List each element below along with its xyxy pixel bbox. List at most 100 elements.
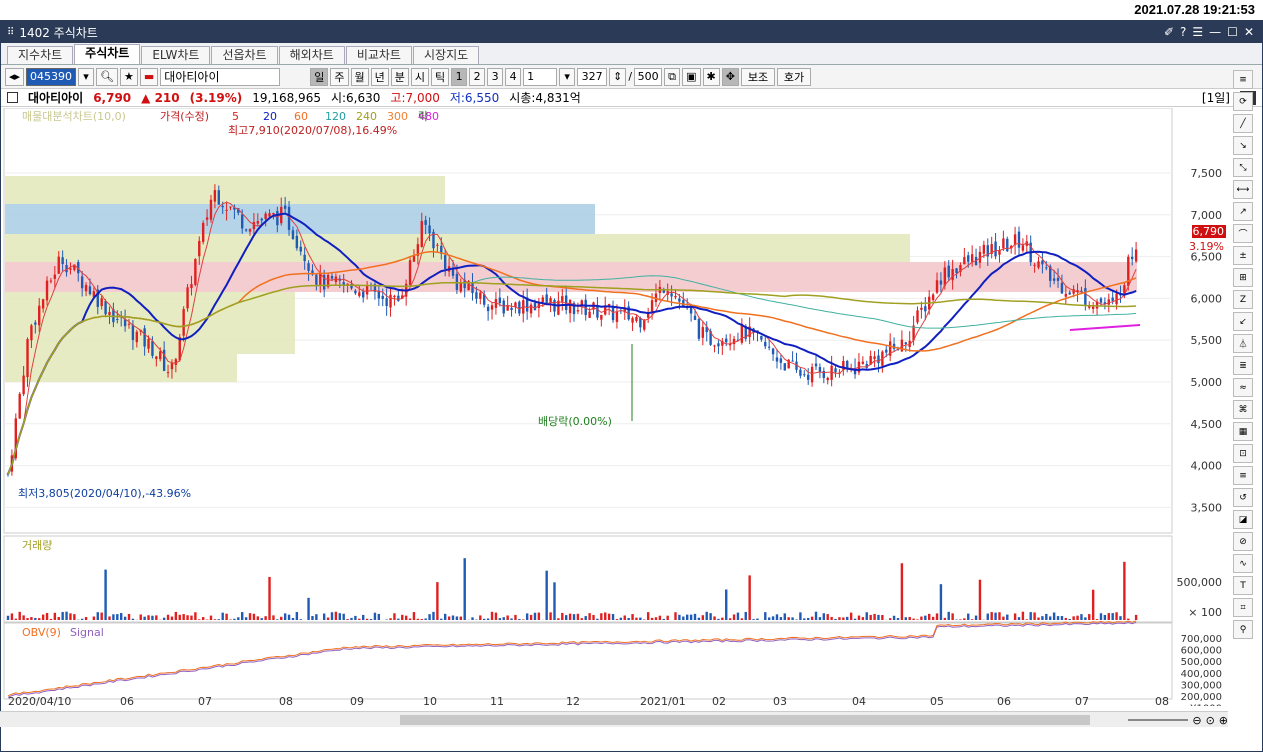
tab-index-chart[interactable]: 지수차트 bbox=[7, 46, 74, 64]
flag-icon[interactable]: ▬ bbox=[139, 67, 159, 86]
count-input[interactable]: 327 bbox=[577, 67, 608, 86]
scroll-thumb[interactable] bbox=[400, 715, 1090, 725]
save-icon[interactable]: ▣ bbox=[682, 67, 701, 86]
volume-bar bbox=[1064, 617, 1068, 620]
zoom-in-icon[interactable]: ⊕ bbox=[1219, 714, 1228, 727]
period-value-select[interactable]: 1 bbox=[523, 67, 558, 86]
volume-bar bbox=[1002, 616, 1005, 620]
add-window-icon[interactable]: ⧉ bbox=[664, 67, 681, 86]
move-icon[interactable]: ✥ bbox=[721, 67, 739, 86]
tab-market-map[interactable]: 시장지도 bbox=[412, 46, 480, 64]
stock-name-field[interactable]: 대아티아이 bbox=[160, 67, 281, 86]
checkbox[interactable] bbox=[7, 92, 18, 103]
draw-tool-icon-0[interactable]: ≡ bbox=[1233, 70, 1253, 89]
draw-tool-icon-8[interactable]: ± bbox=[1233, 246, 1253, 265]
tab-overseas-chart[interactable]: 해외차트 bbox=[278, 46, 345, 64]
spin-icon[interactable]: ⇕ bbox=[609, 67, 627, 86]
draw-tool-icon-7[interactable]: ⌒ bbox=[1233, 224, 1253, 243]
draw-tool-icon-5[interactable]: ⟷ bbox=[1233, 180, 1253, 199]
volume-bar bbox=[775, 614, 779, 620]
menu-icon[interactable]: ☰ bbox=[1192, 25, 1203, 39]
nav-arrows-icon[interactable]: ◂▸ bbox=[5, 67, 25, 86]
volume-bar bbox=[18, 611, 21, 620]
period-tick-button[interactable]: 틱 bbox=[431, 67, 450, 86]
stock-code-input[interactable]: 045390 bbox=[26, 67, 77, 86]
draw-tool-icon-25[interactable]: ⚲ bbox=[1233, 620, 1253, 639]
maximize-icon[interactable]: ☐ bbox=[1227, 25, 1238, 39]
pin-icon[interactable]: ✐ bbox=[1164, 25, 1174, 39]
close-icon[interactable]: ✕ bbox=[1244, 25, 1254, 39]
draw-tool-icon-13[interactable]: ≣ bbox=[1233, 356, 1253, 375]
x-axis-label: 05 bbox=[930, 695, 944, 706]
candle-body bbox=[80, 276, 84, 289]
draw-tool-icon-9[interactable]: ⊞ bbox=[1233, 268, 1253, 287]
volume-bar bbox=[666, 615, 669, 620]
settings-icon[interactable]: ✱ bbox=[702, 67, 720, 86]
draw-tool-icon-23[interactable]: T bbox=[1233, 576, 1253, 595]
draw-tool-icon-6[interactable]: ↗ bbox=[1233, 202, 1253, 221]
draw-tool-icon-18[interactable]: ≡ bbox=[1233, 466, 1253, 485]
period-day-button[interactable]: 일 bbox=[310, 67, 329, 86]
draw-tool-icon-1[interactable]: ⟳ bbox=[1233, 92, 1253, 111]
draw-tool-icon-3[interactable]: ↘ bbox=[1233, 136, 1253, 155]
draw-tool-icon-10[interactable]: Z bbox=[1233, 290, 1253, 309]
period-minute-button[interactable]: 분 bbox=[390, 67, 409, 86]
quote-button[interactable]: 호가 bbox=[776, 67, 811, 86]
volume-bar bbox=[740, 618, 744, 620]
ma-legend-300: 300 bbox=[387, 110, 408, 123]
draw-tool-icon-22[interactable]: ∿ bbox=[1233, 554, 1253, 573]
horizontal-scrollbar[interactable]: ⊖ ⊙ ⊕ bbox=[0, 711, 1228, 727]
minimize-icon[interactable]: — bbox=[1209, 25, 1221, 39]
draw-tool-icon-11[interactable]: ↙ bbox=[1233, 312, 1253, 331]
num-2-button[interactable]: 2 bbox=[469, 67, 486, 86]
tab-compare-chart[interactable]: 비교차트 bbox=[345, 46, 412, 64]
draw-tool-icon-4[interactable]: ⤡ bbox=[1233, 158, 1253, 177]
draw-tool-icon-24[interactable]: ⌗ bbox=[1233, 598, 1253, 617]
candle-body bbox=[807, 374, 810, 380]
grip-icon[interactable]: ⠿ bbox=[7, 27, 14, 38]
draw-tool-icon-15[interactable]: ⌘ bbox=[1233, 400, 1253, 419]
tab-stock-chart[interactable]: 주식차트 bbox=[74, 44, 141, 64]
x-axis-label: 09 bbox=[350, 695, 364, 706]
draw-tool-icon-17[interactable]: ⊡ bbox=[1233, 444, 1253, 463]
period-month-button[interactable]: 월 bbox=[350, 67, 369, 86]
search-icon[interactable]: 🔍︎ bbox=[96, 67, 119, 86]
volume-bar bbox=[631, 614, 634, 620]
volume-bar bbox=[1107, 613, 1110, 620]
period-hour-button[interactable]: 시 bbox=[410, 67, 430, 86]
volume-bar bbox=[791, 617, 794, 620]
code-dropdown-icon[interactable]: ▾ bbox=[78, 67, 95, 86]
draw-tool-icon-2[interactable]: ╱ bbox=[1233, 114, 1253, 133]
num-4-button[interactable]: 4 bbox=[505, 67, 522, 86]
dropdown-icon[interactable]: ▾ bbox=[559, 67, 576, 86]
volume-bar bbox=[6, 615, 10, 620]
zoom-slider[interactable] bbox=[1128, 719, 1189, 721]
draw-tool-icon-12[interactable]: ⏃ bbox=[1233, 334, 1253, 353]
info-name: 대아티아이 bbox=[28, 91, 84, 105]
volume-bar bbox=[326, 617, 330, 620]
favorite-icon[interactable]: ★ bbox=[120, 67, 138, 86]
volume-bar bbox=[767, 617, 771, 620]
candle-body bbox=[159, 351, 162, 360]
period-year-button[interactable]: 년 bbox=[370, 67, 389, 86]
candle-body bbox=[244, 229, 248, 231]
aux-button[interactable]: 보조 bbox=[740, 67, 775, 86]
num-3-button[interactable]: 3 bbox=[487, 67, 504, 86]
zoom-reset-icon[interactable]: ⊙ bbox=[1206, 714, 1215, 727]
draw-tool-icon-21[interactable]: ⊘ bbox=[1233, 532, 1253, 551]
candle-body bbox=[529, 304, 533, 314]
tab-elw-chart[interactable]: ELW차트 bbox=[141, 46, 211, 64]
draw-tool-icon-16[interactable]: ▦ bbox=[1233, 422, 1253, 441]
candle-body bbox=[826, 377, 829, 381]
draw-tool-icon-20[interactable]: ◪ bbox=[1233, 510, 1253, 529]
num-1-button[interactable]: 1 bbox=[451, 67, 468, 86]
help-icon[interactable]: ? bbox=[1180, 25, 1186, 39]
tab-futures-chart[interactable]: 선옵차트 bbox=[211, 46, 278, 64]
draw-tool-icon-19[interactable]: ↺ bbox=[1233, 488, 1253, 507]
volume-bar bbox=[186, 615, 189, 620]
draw-tool-icon-14[interactable]: ≈ bbox=[1233, 378, 1253, 397]
period-week-button[interactable]: 주 bbox=[330, 67, 349, 86]
info-period: [1일] bbox=[1201, 91, 1230, 105]
zoom-out-icon[interactable]: ⊖ bbox=[1192, 714, 1201, 727]
stock-chart[interactable]: 7,5007,0006,5006,0005,5005,0004,5004,000… bbox=[0, 108, 1228, 706]
